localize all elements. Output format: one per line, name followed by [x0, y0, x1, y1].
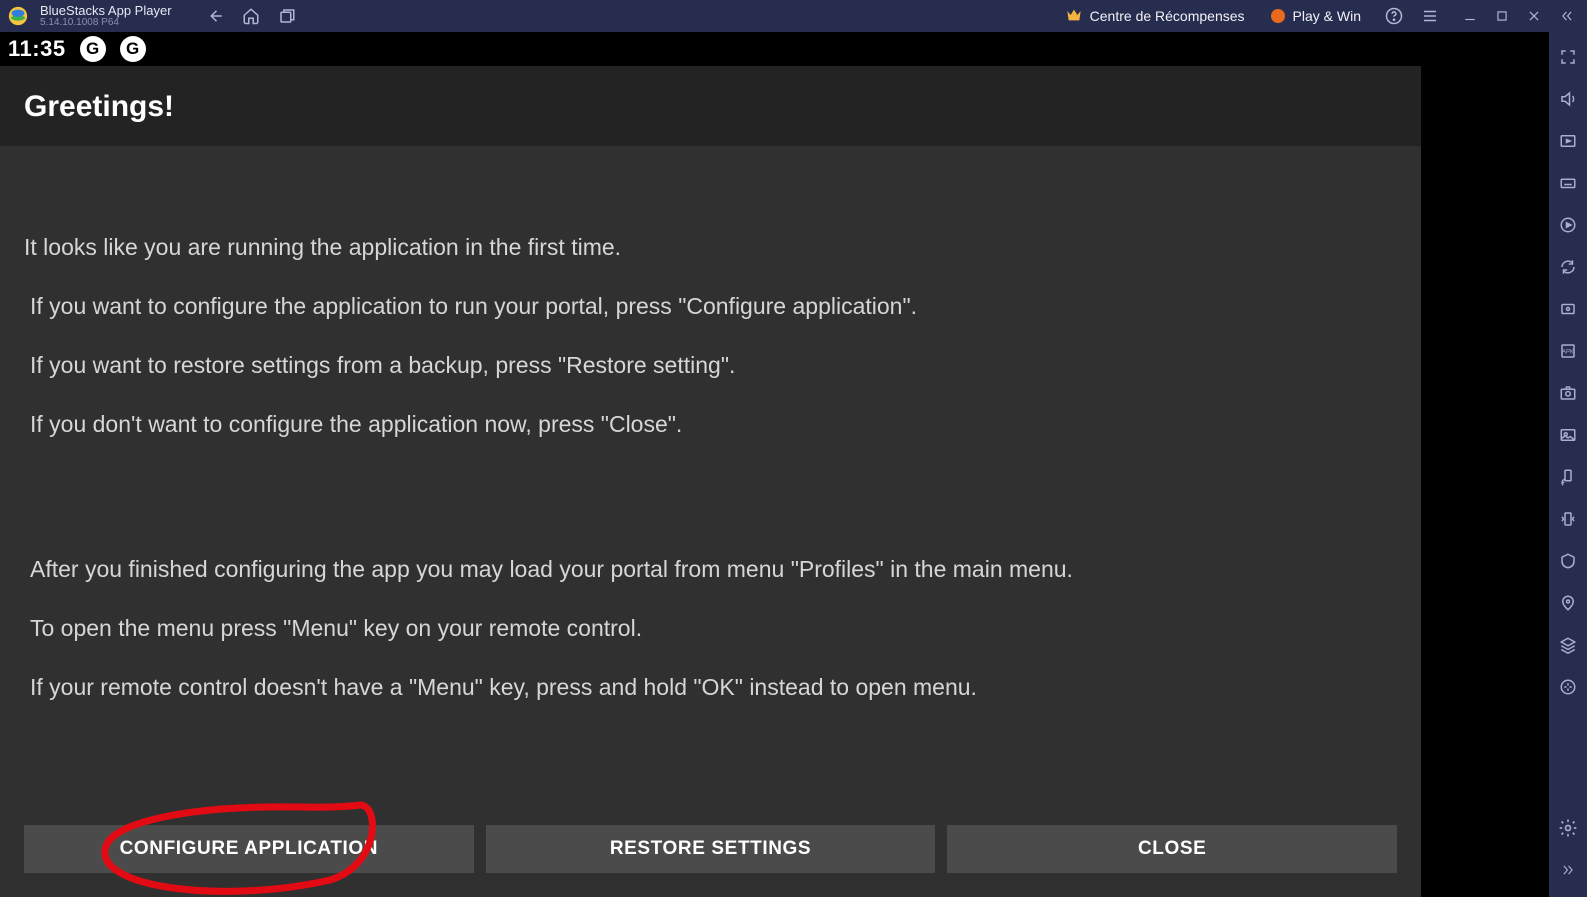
window-control-group: [1463, 9, 1575, 23]
maximize-button[interactable]: [1495, 9, 1509, 23]
dialog-button-row: CONFIGURE APPLICATION RESTORE SETTINGS C…: [24, 825, 1397, 873]
emulator-viewport: 11:35 G G Greetings! It looks like you a…: [0, 32, 1421, 897]
play-and-win-button[interactable]: Play & Win: [1261, 8, 1371, 24]
close-button[interactable]: CLOSE: [947, 825, 1397, 873]
help-icon[interactable]: [1385, 7, 1403, 25]
hamburger-menu-icon[interactable]: [1421, 7, 1439, 25]
expand-sidebar-icon[interactable]: [1557, 859, 1579, 881]
intro-line: To open the menu press "Menu" key on you…: [30, 614, 1397, 643]
recents-icon[interactable]: [278, 7, 296, 25]
right-toolbar: APK: [1549, 32, 1587, 897]
shake-icon[interactable]: [1557, 508, 1579, 530]
gamepad-icon[interactable]: [1557, 676, 1579, 698]
minimize-button[interactable]: [1463, 9, 1477, 23]
screenshot-icon[interactable]: [1557, 382, 1579, 404]
rotate-icon[interactable]: [1557, 466, 1579, 488]
crown-icon: [1066, 8, 1082, 25]
intro-line: It looks like you are running the applic…: [24, 233, 1397, 262]
google-notification-icon[interactable]: G: [120, 36, 146, 62]
record-icon[interactable]: [1557, 214, 1579, 236]
status-clock: 11:35: [8, 36, 66, 62]
app-version: 5.14.10.1008 P64: [40, 18, 172, 29]
google-notification-icon[interactable]: G: [80, 36, 106, 62]
heading-bar: Greetings!: [0, 66, 1421, 146]
settings-gear-icon[interactable]: [1557, 817, 1579, 839]
media-folder-icon[interactable]: [1557, 424, 1579, 446]
intro-text-block: It looks like you are running the applic…: [24, 146, 1397, 761]
android-status-bar: 11:35 G G: [0, 32, 1421, 66]
playwin-dot-icon: [1271, 9, 1285, 23]
window-titlebar: BlueStacks App Player 5.14.10.1008 P64 C…: [0, 0, 1587, 32]
display-icon[interactable]: [1557, 130, 1579, 152]
intro-line: If you don't want to configure the appli…: [30, 410, 1397, 439]
intro-line: If you want to configure the application…: [30, 292, 1397, 321]
app-content-panel: Greetings! It looks like you are running…: [0, 66, 1421, 897]
playwin-label: Play & Win: [1293, 8, 1361, 24]
macro-icon[interactable]: [1557, 298, 1579, 320]
window-title-block: BlueStacks App Player 5.14.10.1008 P64: [40, 4, 172, 28]
page-title: Greetings!: [24, 90, 1397, 124]
nav-icon-group: [206, 7, 296, 25]
intro-line: If your remote control doesn't have a "M…: [30, 673, 1397, 702]
volume-icon[interactable]: [1557, 88, 1579, 110]
bluestacks-logo-icon: [6, 4, 30, 28]
configure-application-button[interactable]: CONFIGURE APPLICATION: [24, 825, 474, 873]
collapse-sidebar-icon[interactable]: [1559, 9, 1575, 23]
restore-settings-button[interactable]: RESTORE SETTINGS: [486, 825, 936, 873]
titlebar-right-icons: [1385, 7, 1439, 25]
layers-icon[interactable]: [1557, 634, 1579, 656]
rewards-label: Centre de Récompenses: [1090, 8, 1245, 24]
intro-line: After you finished configuring the app y…: [30, 555, 1397, 584]
intro-line: If you want to restore settings from a b…: [30, 351, 1397, 380]
app-title: BlueStacks App Player: [40, 4, 172, 18]
eco-mode-icon[interactable]: [1557, 550, 1579, 572]
fullscreen-icon[interactable]: [1557, 46, 1579, 68]
svg-text:APK: APK: [1562, 349, 1574, 355]
home-icon[interactable]: [242, 7, 260, 25]
rewards-center-button[interactable]: Centre de Récompenses: [1056, 8, 1255, 25]
close-window-button[interactable]: [1527, 9, 1541, 23]
apk-install-icon[interactable]: APK: [1557, 340, 1579, 362]
location-icon[interactable]: [1557, 592, 1579, 614]
sync-icon[interactable]: [1557, 256, 1579, 278]
keyboard-icon[interactable]: [1557, 172, 1579, 194]
back-icon[interactable]: [206, 7, 224, 25]
